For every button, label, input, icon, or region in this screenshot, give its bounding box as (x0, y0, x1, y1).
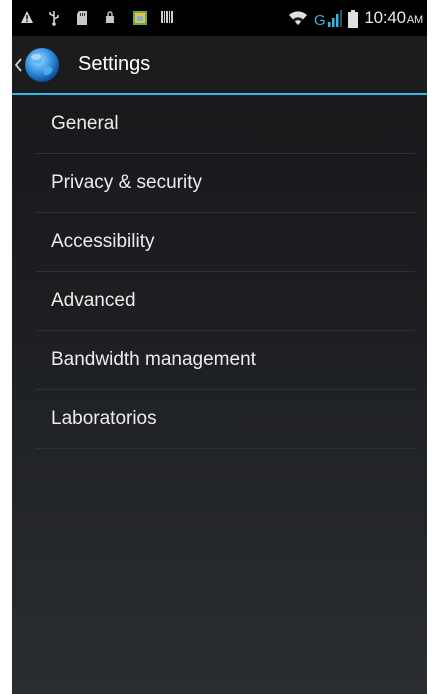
settings-item-accessibility[interactable]: Accessibility (36, 213, 415, 272)
warning-icon (20, 10, 34, 26)
phone-screen: G 10:40AM Settings General Privacy & sec… (12, 0, 427, 694)
settings-item-bandwidth-management[interactable]: Bandwidth management (36, 331, 415, 390)
chevron-left-icon (14, 57, 22, 72)
settings-item-laboratorios[interactable]: Laboratorios (36, 390, 415, 449)
page-title: Settings (78, 53, 151, 75)
lock-icon (104, 10, 118, 26)
clock-ampm: AM (406, 14, 423, 26)
notification-icons (20, 0, 174, 36)
sd-card-icon (76, 10, 90, 26)
system-icons: G 10:40AM (288, 0, 423, 36)
battery-icon (348, 10, 359, 28)
settings-item-label: Advanced (51, 290, 136, 311)
signal-icon: G (314, 10, 343, 28)
settings-item-label: Laboratorios (51, 408, 157, 429)
settings-item-label: Bandwidth management (51, 349, 256, 370)
globe-icon (25, 47, 59, 82)
network-type-label: G (314, 12, 326, 28)
settings-item-privacy-security[interactable]: Privacy & security (36, 154, 415, 213)
settings-item-label: Privacy & security (51, 172, 202, 193)
barcode-icon (160, 10, 174, 26)
action-bar: Settings (12, 36, 427, 95)
usb-icon (48, 10, 62, 26)
settings-item-advanced[interactable]: Advanced (36, 272, 415, 331)
settings-item-label: General (51, 113, 119, 134)
settings-list: General Privacy & security Accessibility… (36, 95, 415, 449)
up-button[interactable] (12, 36, 72, 93)
settings-item-label: Accessibility (51, 231, 155, 252)
status-bar: G 10:40AM (12, 0, 427, 36)
status-clock: 10:40AM (364, 8, 423, 28)
wifi-icon (288, 10, 308, 26)
settings-item-general[interactable]: General (36, 95, 415, 154)
clock-time: 10:40 (364, 8, 406, 27)
gallery-icon (132, 10, 147, 26)
